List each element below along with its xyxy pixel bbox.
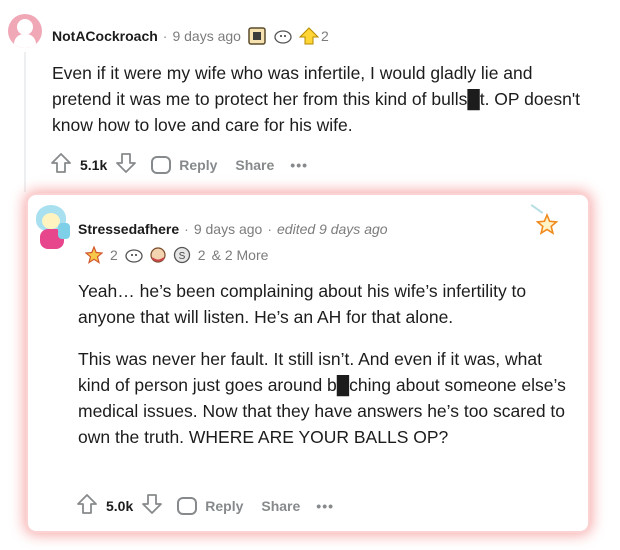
separator-dot: ·: [162, 28, 168, 44]
username[interactable]: Stressedafhere: [78, 221, 179, 237]
avatar-accessory: [58, 223, 70, 239]
comment-meta: Stressedafhere · 9 days ago · edited 9 d…: [78, 221, 388, 237]
comment-bubble-icon: [177, 497, 198, 515]
downvote-icon[interactable]: [141, 493, 163, 519]
reply-button[interactable]: Reply: [151, 156, 217, 174]
username[interactable]: NotACockroach: [52, 28, 158, 44]
award-count: 2: [320, 28, 329, 44]
comment-notacockroach: NotACockroach · 9 days ago 2 Even if it …: [0, 0, 620, 192]
avatar-head: [17, 19, 33, 35]
upvote-icon[interactable]: [50, 152, 72, 178]
timestamp[interactable]: 9 days ago: [172, 28, 241, 44]
star-award-icon[interactable]: [535, 212, 559, 241]
vote-score: 5.0k: [106, 498, 134, 514]
comment-paragraph: Yeah… he’s been complaining about his wi…: [78, 281, 527, 327]
timestamp[interactable]: 9 days ago: [194, 221, 263, 237]
reply-label: Reply: [179, 157, 218, 173]
award-count: 2: [197, 247, 206, 263]
share-button[interactable]: Share: [261, 498, 300, 514]
edited-timestamp: edited 9 days ago: [277, 221, 388, 237]
award-list: 2 S 2 & 2 More: [84, 245, 268, 265]
starstruck-award-icon[interactable]: [84, 245, 104, 265]
hugz-award-icon[interactable]: [148, 245, 168, 265]
comment-actions: 5.1k Reply Share •••: [50, 152, 308, 178]
comment-meta: NotACockroach · 9 days ago 2: [52, 26, 329, 46]
comment-bubble-icon: [151, 156, 172, 174]
framed-award-icon[interactable]: [247, 26, 267, 46]
upvote-icon[interactable]: [76, 493, 98, 519]
separator-dot: ·: [184, 221, 189, 237]
downvote-icon[interactable]: [115, 152, 137, 178]
comment-paragraph: This was never her fault. It still isn’t…: [78, 349, 566, 447]
vote-score: 5.1k: [80, 157, 108, 173]
reply-button[interactable]: Reply: [177, 497, 243, 515]
avatar[interactable]: [36, 205, 70, 251]
separator-dot: ·: [267, 221, 273, 237]
more-options-button[interactable]: •••: [290, 157, 308, 173]
thread-line[interactable]: [24, 52, 26, 192]
avatar[interactable]: [8, 14, 42, 48]
award-count: 2: [110, 247, 118, 263]
more-awards-link[interactable]: & 2 More: [212, 247, 269, 263]
comment-actions: 5.0k Reply Share •••: [76, 493, 334, 519]
more-options-button[interactable]: •••: [316, 498, 334, 514]
reply-label: Reply: [205, 498, 244, 514]
wholesome-seal-icon[interactable]: [273, 26, 293, 46]
silver-coin-icon[interactable]: S: [172, 245, 192, 265]
upvote-award-icon[interactable]: [298, 26, 319, 46]
avatar-body: [14, 34, 36, 48]
comment-body: Even if it were my wife who was infertil…: [52, 63, 581, 135]
wholesome-seal-icon[interactable]: [124, 245, 144, 265]
svg-text:S: S: [178, 251, 185, 262]
comment-body: Yeah… he’s been complaining about his wi…: [78, 278, 573, 466]
share-button[interactable]: Share: [235, 157, 274, 173]
